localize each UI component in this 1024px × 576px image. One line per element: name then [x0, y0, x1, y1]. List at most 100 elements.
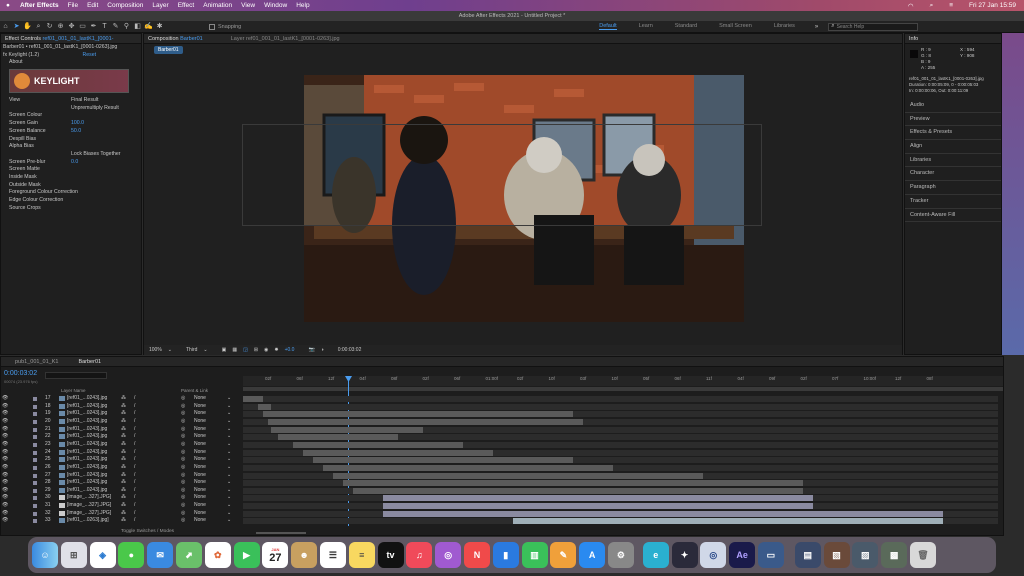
- shy-icon[interactable]: ⁂: [121, 502, 126, 510]
- layer-color-label[interactable]: [33, 397, 37, 401]
- chevron-down-icon[interactable]: ⌄: [227, 494, 231, 502]
- layer-duration-bar[interactable]: [323, 464, 613, 471]
- about-row[interactable]: About: [1, 59, 141, 67]
- parent-dropdown[interactable]: None: [194, 479, 206, 487]
- param-value[interactable]: Final Result: [71, 97, 98, 103]
- side-panel-preview[interactable]: Preview: [905, 113, 1001, 127]
- layer-duration-bar[interactable]: [383, 495, 813, 502]
- fx-switch-icon[interactable]: /: [134, 395, 135, 403]
- side-panel-libraries[interactable]: Libraries: [905, 154, 1001, 168]
- layer-duration-bar[interactable]: [333, 472, 703, 479]
- shy-icon[interactable]: ⁂: [121, 426, 126, 434]
- side-panel-audio[interactable]: Audio: [905, 99, 1001, 113]
- tab-effect-controls[interactable]: Effect Controls ref01_001_01_lastK1_[000…: [5, 34, 113, 43]
- timeline-layer-row[interactable]: 👁 21 [ref01_...0243].jpg ⁂ / ◎ None ⌄: [1, 426, 1001, 434]
- layer-color-label[interactable]: [33, 519, 37, 524]
- chevron-down-icon[interactable]: ⌄: [168, 347, 172, 353]
- side-panel-align[interactable]: Align: [905, 140, 1001, 154]
- eye-icon[interactable]: 👁: [2, 472, 8, 480]
- timeline-layer-row[interactable]: 👁 33 [ref01_...0263].jpg] ⁂ / ◎ None ⌄: [1, 517, 1001, 525]
- search-icon[interactable]: ⌕: [930, 2, 934, 10]
- chevron-down-icon[interactable]: ⌄: [227, 510, 231, 518]
- eye-icon[interactable]: 👁: [2, 418, 8, 426]
- chevron-down-icon[interactable]: ⌄: [227, 517, 231, 525]
- eye-icon[interactable]: 👁: [2, 433, 8, 441]
- menu-animation[interactable]: Animation: [203, 2, 232, 9]
- shy-icon[interactable]: ⁂: [121, 456, 126, 464]
- zoom-tool-icon[interactable]: ⌕: [33, 22, 44, 32]
- layer-color-label[interactable]: [33, 427, 37, 432]
- eye-icon[interactable]: 👁: [2, 410, 8, 418]
- parent-dropdown[interactable]: None: [194, 449, 206, 457]
- snapshot-icon[interactable]: 📷: [308, 347, 314, 353]
- layer-duration-bar[interactable]: [303, 449, 493, 456]
- effect-param-row[interactable]: Screen Balance 50.0: [1, 128, 141, 136]
- edge-icon[interactable]: e: [642, 542, 669, 568]
- eye-icon[interactable]: 👁: [2, 403, 8, 411]
- exposure-icon[interactable]: ✹: [274, 347, 278, 353]
- layer-duration-bar[interactable]: [268, 418, 583, 425]
- chevron-down-icon[interactable]: ⌄: [227, 479, 231, 487]
- calendar-icon[interactable]: JAN 27: [262, 542, 289, 568]
- effect-param-row[interactable]: Screen Gain 100.0: [1, 120, 141, 128]
- numbers-icon[interactable]: ▥: [521, 542, 548, 568]
- layer-name[interactable]: [image_...327].JPG]: [67, 502, 111, 510]
- eye-icon[interactable]: 👁: [2, 502, 8, 510]
- fx-switch-icon[interactable]: /: [134, 426, 135, 434]
- timeline-layer-row[interactable]: 👁 24 [ref01_...0243].jpg ⁂ / ◎ None ⌄: [1, 449, 1001, 457]
- side-panel-content-aware-fill[interactable]: Content-Aware Fill: [905, 209, 1001, 223]
- layer-name[interactable]: [ref01_...0243].jpg: [67, 472, 107, 480]
- app-store-icon[interactable]: A: [579, 542, 606, 568]
- layer-name[interactable]: [ref01_...0263].jpg]: [67, 517, 109, 525]
- menu-window[interactable]: Window: [264, 2, 287, 9]
- layer-duration-bar[interactable]: [278, 434, 398, 441]
- tab-layer-view[interactable]: Layer ref01_001_01_lastK1_[0001-0263].jp…: [231, 34, 340, 43]
- layer-duration-bar[interactable]: [513, 518, 943, 525]
- layer-name[interactable]: [ref01_...0243].jpg: [67, 479, 107, 487]
- shy-icon[interactable]: ⁂: [121, 479, 126, 487]
- composition-viewer[interactable]: [304, 75, 744, 322]
- pages-icon[interactable]: ✎: [550, 542, 577, 568]
- side-panel-paragraph[interactable]: Paragraph: [905, 181, 1001, 195]
- layer-name[interactable]: [ref01_...0243].jpg: [67, 441, 107, 449]
- mask-visibility-icon[interactable]: ◲: [243, 347, 248, 353]
- parent-dropdown[interactable]: None: [194, 426, 206, 434]
- parent-dropdown[interactable]: None: [194, 510, 206, 518]
- layer-color-label[interactable]: [33, 404, 37, 409]
- layer-color-label[interactable]: [33, 419, 37, 424]
- tab-info[interactable]: Info: [909, 34, 918, 43]
- trash-icon[interactable]: 🗑: [909, 542, 936, 568]
- parent-pickwhip-icon[interactable]: ◎: [181, 395, 185, 403]
- menu-help[interactable]: Help: [296, 2, 309, 9]
- rotate-tool-icon[interactable]: ↻: [44, 22, 55, 32]
- clone-stamp-icon[interactable]: ⚲: [121, 22, 132, 32]
- menu-view[interactable]: View: [241, 2, 255, 9]
- fx-switch-icon[interactable]: /: [134, 517, 135, 525]
- layer-color-label[interactable]: [33, 511, 37, 516]
- parent-dropdown[interactable]: None: [194, 517, 206, 525]
- shy-icon[interactable]: ⁂: [121, 403, 126, 411]
- chevron-down-icon[interactable]: ⌄: [227, 433, 231, 441]
- layer-color-label[interactable]: [33, 496, 37, 501]
- channel-icon[interactable]: ◉: [264, 347, 268, 353]
- eye-icon[interactable]: 👁: [2, 517, 8, 525]
- app-menu[interactable]: After Effects: [20, 2, 59, 9]
- chevron-down-icon[interactable]: ⌄: [227, 472, 231, 480]
- layer-duration-bar[interactable]: [271, 426, 423, 433]
- launchpad-icon[interactable]: ⊞: [60, 542, 87, 568]
- show-snapshot-icon[interactable]: ◑: [321, 347, 324, 353]
- timeline-layer-row[interactable]: 👁 25 [ref01_...0243].jpg ⁂ / ◎ None ⌄: [1, 456, 1001, 464]
- reminders-icon[interactable]: ☰: [319, 542, 346, 568]
- effect-param-row[interactable]: Alpha Bias: [1, 143, 141, 151]
- layer-name[interactable]: [ref01_...0243].jpg: [67, 456, 107, 464]
- fx-switch-icon[interactable]: /: [134, 449, 135, 457]
- effect-param-row[interactable]: Inside Mask: [1, 174, 141, 182]
- eye-icon[interactable]: 👁: [2, 510, 8, 518]
- timeline-layer-row[interactable]: 👁 19 [ref01_...0243].jpg ⁂ / ◎ None ⌄: [1, 410, 1001, 418]
- brush-tool-icon[interactable]: ✎: [110, 22, 121, 32]
- camera-tool-icon[interactable]: ⊕: [55, 22, 66, 32]
- recent-image-3-icon[interactable]: ▩: [881, 542, 908, 568]
- effect-param-row[interactable]: View Final Result: [1, 97, 141, 105]
- pan-behind-icon[interactable]: ✥: [66, 22, 77, 32]
- workspace-default[interactable]: Default: [599, 23, 617, 30]
